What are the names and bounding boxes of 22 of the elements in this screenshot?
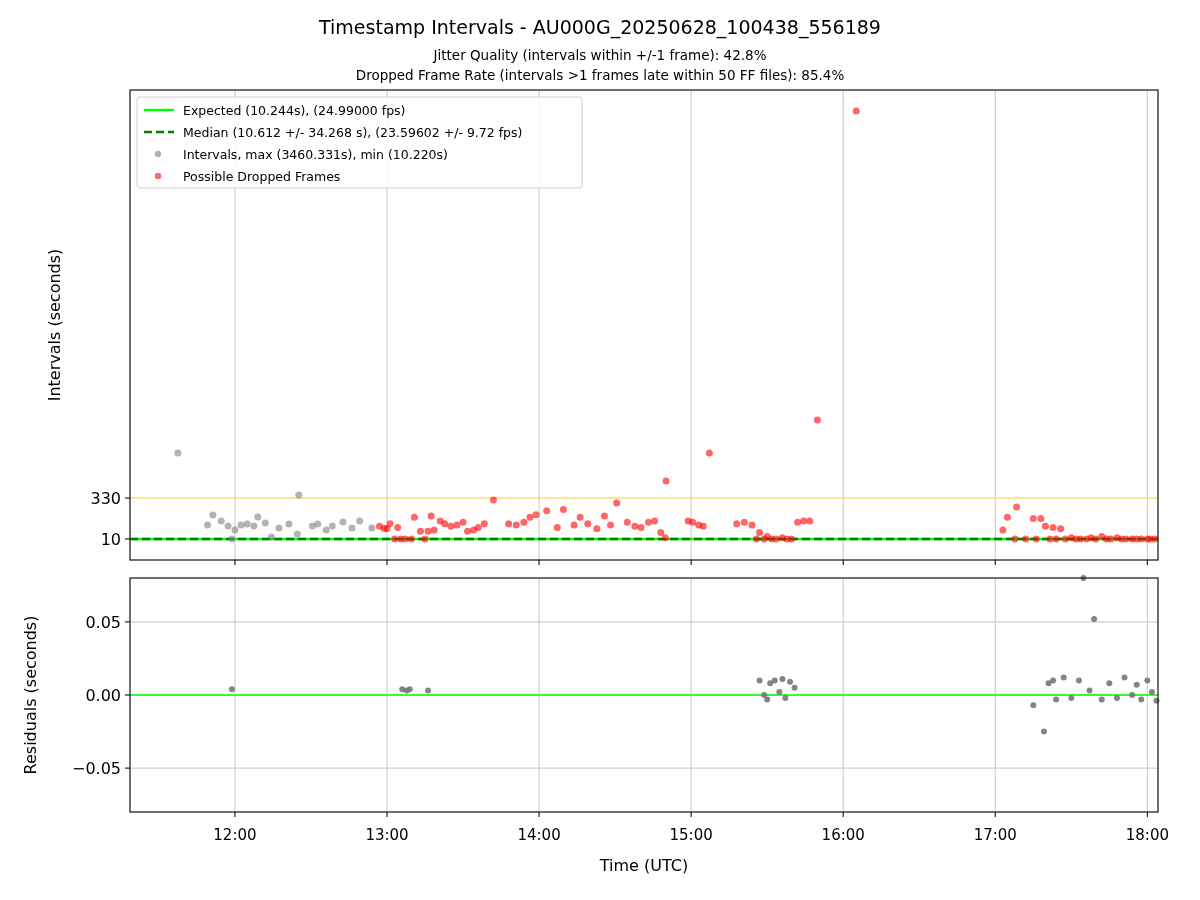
tick-label: 0.05 (85, 612, 121, 632)
tick-label: 14:00 (517, 826, 561, 844)
tick-label: 15:00 (669, 826, 713, 844)
legend-label: Possible Dropped Frames (183, 168, 341, 184)
tick-label: 18:00 (1125, 826, 1169, 844)
tick-label: −0.05 (71, 759, 121, 779)
figure-subtitle: Dropped Frame Rate (intervals >1 frames late within 50 FF files): 85.4% (355, 66, 845, 85)
tick-label: 0.00 (85, 686, 121, 705)
figure-subtitle: Jitter Quality (intervals within +/-1 frame): 42.8% (433, 46, 767, 65)
legend-label: Intervals, max (3460.331s), min (10.220s) (183, 146, 448, 162)
tick-label: 16:00 (821, 826, 865, 844)
axis-label: Intervals (seconds) (45, 248, 64, 402)
legend-label: Expected (10.244s), (24.99000 fps) (183, 102, 406, 118)
axis-label: Residuals (seconds) (21, 615, 40, 775)
legend-label: Median (10.612 +/- 34.268 s), (23.59602 +/- 9.72 fps) (183, 124, 523, 140)
axis-label: Time (UTC) (599, 856, 689, 875)
tick-label: 330 (90, 489, 121, 509)
tick-label: 12:00 (213, 826, 257, 844)
figure-title: Timestamp Intervals - AU000G_20250628_100438_556189 (319, 15, 881, 39)
tick-label: 13:00 (365, 826, 409, 844)
tick-label: 17:00 (973, 826, 1017, 844)
tick-label: 10 (100, 530, 121, 549)
